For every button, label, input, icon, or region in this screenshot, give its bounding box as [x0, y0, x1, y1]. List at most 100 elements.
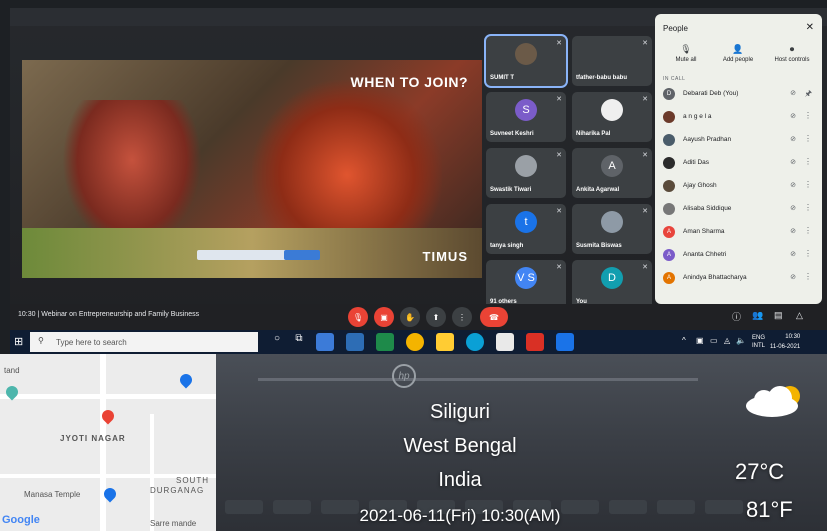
- participant-tile[interactable]: t tanya singh ✕: [486, 204, 566, 254]
- leave-call-button[interactable]: ☎: [480, 307, 508, 327]
- participant-menu-icon[interactable]: ⋮: [804, 203, 812, 212]
- participant-avatar: [515, 43, 537, 65]
- meet-control-bar: 10:30 | Webinar on Entrepreneurship and …: [10, 304, 827, 330]
- people-list-item[interactable]: A Aman Sharma ⊘ ⋮: [661, 224, 816, 240]
- mic-off-icon: ✕: [642, 152, 648, 159]
- google-logo: Google: [2, 514, 40, 526]
- meeting-name: Webinar on Entrepreneurship and Family B…: [41, 311, 200, 318]
- edge-icon[interactable]: [466, 333, 484, 351]
- chat-button[interactable]: ▤: [774, 310, 783, 321]
- mail-icon[interactable]: [346, 333, 364, 351]
- participant-menu-icon[interactable]: ⋮: [804, 226, 812, 235]
- participant-name: Ananta Chhetri: [683, 251, 727, 258]
- taskbar-app-1-icon[interactable]: [316, 333, 334, 351]
- participant-avatar: [663, 203, 675, 215]
- language-indicator[interactable]: ENG INTL: [752, 334, 765, 350]
- meeting-info-button[interactable]: ⓘ: [732, 310, 741, 323]
- mic-off-icon[interactable]: ⊘: [790, 204, 796, 212]
- photos-icon[interactable]: [556, 333, 574, 351]
- tray-overflow-icon[interactable]: ^: [682, 336, 686, 345]
- mic-off-icon[interactable]: ⊘: [790, 158, 796, 166]
- windows-start-icon[interactable]: ⊞: [14, 335, 23, 348]
- participant-avatar: [663, 111, 675, 123]
- taskbar-search-input[interactable]: [30, 332, 258, 352]
- slide-title: WHEN TO JOIN?: [350, 74, 468, 90]
- participant-avatar: [601, 99, 623, 121]
- people-list-item[interactable]: D Debarati Deb (You) ⊘ 🖈: [661, 86, 816, 102]
- people-list-item[interactable]: Aditi Das ⊘ ⋮: [661, 155, 816, 171]
- people-list-item[interactable]: Ajay Ghosh ⊘ ⋮: [661, 178, 816, 194]
- participant-avatar: [515, 155, 537, 177]
- tray-app-icon[interactable]: ▣: [696, 336, 704, 345]
- volume-icon[interactable]: 🔈: [736, 336, 746, 345]
- participant-tile[interactable]: V S 91 others ✕: [486, 260, 566, 310]
- participant-menu-icon[interactable]: ⋮: [804, 272, 812, 281]
- battery-icon[interactable]: ▭: [710, 336, 718, 345]
- wifi-icon[interactable]: ◬: [724, 336, 730, 345]
- chat-icon: ▤: [774, 310, 783, 320]
- more-options-button[interactable]: ⋮: [452, 307, 472, 327]
- participant-tile[interactable]: A Ankita Agarwal ✕: [572, 148, 652, 198]
- chrome-icon[interactable]: [406, 333, 424, 351]
- participant-tile[interactable]: Susmita Biswas ✕: [572, 204, 652, 254]
- participant-tile[interactable]: S Suvneet Keshri ✕: [486, 92, 566, 142]
- mic-toggle-button[interactable]: 🎙: [348, 307, 368, 327]
- participant-menu-icon[interactable]: ⋮: [804, 249, 812, 258]
- host-controls-button[interactable]: ⏺ Host controls: [767, 44, 817, 63]
- mic-off-icon: ✕: [556, 96, 562, 103]
- cortana-icon[interactable]: ○: [268, 333, 286, 351]
- people-list-item[interactable]: a n g e l a ⊘ ⋮: [661, 109, 816, 125]
- file-explorer-icon[interactable]: [436, 333, 454, 351]
- participant-avatar: [601, 211, 623, 233]
- participant-menu-icon[interactable]: 🖈: [805, 88, 812, 102]
- mic-off-icon[interactable]: ⊘: [790, 250, 796, 258]
- people-list-item[interactable]: Aayush Pradhan ⊘ ⋮: [661, 132, 816, 148]
- close-icon[interactable]: ✕: [806, 22, 814, 33]
- location-city: Siliguri: [429, 401, 491, 423]
- people-list-item[interactable]: A Ananta Chhetri ⊘ ⋮: [661, 247, 816, 263]
- meeting-details[interactable]: 10:30 | Webinar on Entrepreneurship and …: [18, 311, 199, 318]
- location-map[interactable]: tand JYOTI NAGAR SOUTH DURGANAG Manasa T…: [0, 354, 216, 531]
- people-list-item[interactable]: Alisaba Siddique ⊘ ⋮: [661, 201, 816, 217]
- url-strip: [258, 378, 698, 381]
- in-call-heading: IN CALL: [663, 76, 686, 82]
- participant-menu-icon[interactable]: ⋮: [804, 134, 812, 143]
- mic-off-icon: ✕: [556, 40, 562, 47]
- participant-avatar: [663, 157, 675, 169]
- participant-tile[interactable]: Swastik Tiwari ✕: [486, 148, 566, 198]
- pdf-reader-icon[interactable]: [526, 333, 544, 351]
- taskbar-app-3-icon[interactable]: [376, 333, 394, 351]
- task-view-icon[interactable]: ⧉: [290, 333, 308, 351]
- map-poi-icon[interactable]: [177, 371, 195, 389]
- taskbar-clock[interactable]: 10:30 11-06-2021: [770, 332, 800, 352]
- mic-off-icon[interactable]: ⊘: [790, 227, 796, 235]
- raise-hand-button[interactable]: ✋: [400, 307, 420, 327]
- participant-name: SUMIT T: [490, 75, 514, 81]
- mic-off-icon[interactable]: ⊘: [790, 135, 796, 143]
- mic-off-icon[interactable]: ⊘: [790, 273, 796, 281]
- camera-toggle-button[interactable]: ▣: [374, 307, 394, 327]
- participant-tile[interactable]: tfather-babu babu ✕: [572, 36, 652, 86]
- participant-tile[interactable]: SUMIT T ✕: [484, 34, 568, 88]
- participant-tile[interactable]: Niharika Pal ✕: [572, 92, 652, 142]
- participant-menu-icon[interactable]: ⋮: [804, 157, 812, 166]
- mute-all-button[interactable]: 🎙 Mute all: [661, 44, 711, 63]
- people-list-item[interactable]: A Anindya Bhattacharya ⊘ ⋮: [661, 270, 816, 286]
- mic-off-icon[interactable]: ⊘: [790, 89, 796, 97]
- participant-tile[interactable]: D You ✕: [572, 260, 652, 310]
- add-people-button[interactable]: 👤 Add people: [713, 44, 763, 63]
- participant-name: Ankita Agarwal: [576, 187, 620, 193]
- participant-avatar: [601, 43, 623, 65]
- mute-all-label: Mute all: [675, 57, 697, 63]
- participant-name: Ajay Ghosh: [683, 182, 717, 189]
- present-button[interactable]: ⬆: [426, 307, 446, 327]
- participant-name: Suvneet Keshri: [490, 131, 534, 137]
- people-button[interactable]: 👥: [752, 310, 763, 321]
- mic-off-icon[interactable]: ⊘: [790, 181, 796, 189]
- activities-button[interactable]: △: [796, 310, 803, 321]
- participant-name: Niharika Pal: [576, 131, 611, 137]
- participant-menu-icon[interactable]: ⋮: [804, 180, 812, 189]
- participant-menu-icon[interactable]: ⋮: [804, 111, 812, 120]
- store-icon[interactable]: [496, 333, 514, 351]
- mic-off-icon[interactable]: ⊘: [790, 112, 796, 120]
